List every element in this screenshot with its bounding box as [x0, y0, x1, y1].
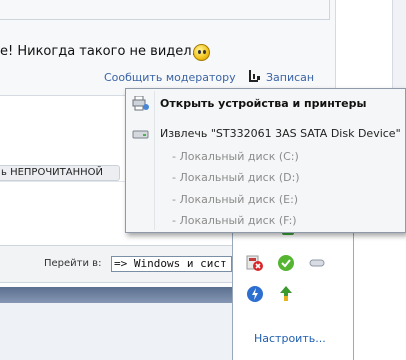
- post-box: [0, 0, 330, 20]
- smiley-icon: [193, 44, 210, 61]
- context-menu: Открыть устройства и принтеры Извлечь "S…: [125, 88, 406, 233]
- menu-item-drive-e: - Локальный диск (E:): [172, 193, 299, 206]
- unread-button[interactable]: ь НЕПРОЧИТАННОЙ: [0, 165, 120, 181]
- disk-drive-icon: [132, 130, 149, 139]
- notes-icon: [249, 70, 260, 82]
- green-check-icon[interactable]: [277, 254, 295, 272]
- notes-link[interactable]: Записан: [266, 71, 314, 84]
- update-arrow-icon[interactable]: [277, 285, 295, 303]
- post-text: е! Никогда такого не видел...: [0, 44, 204, 59]
- scrollbar[interactable]: [392, 0, 406, 95]
- lightning-icon[interactable]: [246, 285, 264, 303]
- menu-item-drive-d: - Локальный диск (D:): [172, 171, 300, 184]
- menu-gutter: [154, 91, 155, 230]
- jump-label: Перейти в:: [44, 258, 102, 269]
- menu-item-drive-c: - Локальный диск (C:): [172, 150, 299, 163]
- tray-overflow-panel: Настроить...: [232, 225, 354, 360]
- menu-item-eject-disk[interactable]: Извлечь "ST332061 3AS SATA Disk Device": [160, 127, 401, 140]
- power-alert-icon[interactable]: [246, 254, 264, 272]
- menu-item-open-devices[interactable]: Открыть устройства и принтеры: [160, 97, 366, 110]
- customize-link[interactable]: Настроить...: [254, 332, 326, 345]
- lower-area: [0, 303, 232, 360]
- taskbar-band: [0, 287, 232, 303]
- device-icon[interactable]: [308, 254, 326, 272]
- jump-select[interactable]: => Windows и сист: [111, 256, 232, 272]
- devices-printers-icon: [132, 96, 149, 111]
- report-moderator-link[interactable]: Сообщить модератору: [104, 71, 236, 84]
- menu-item-drive-f: - Локальный диск (F:): [172, 214, 297, 227]
